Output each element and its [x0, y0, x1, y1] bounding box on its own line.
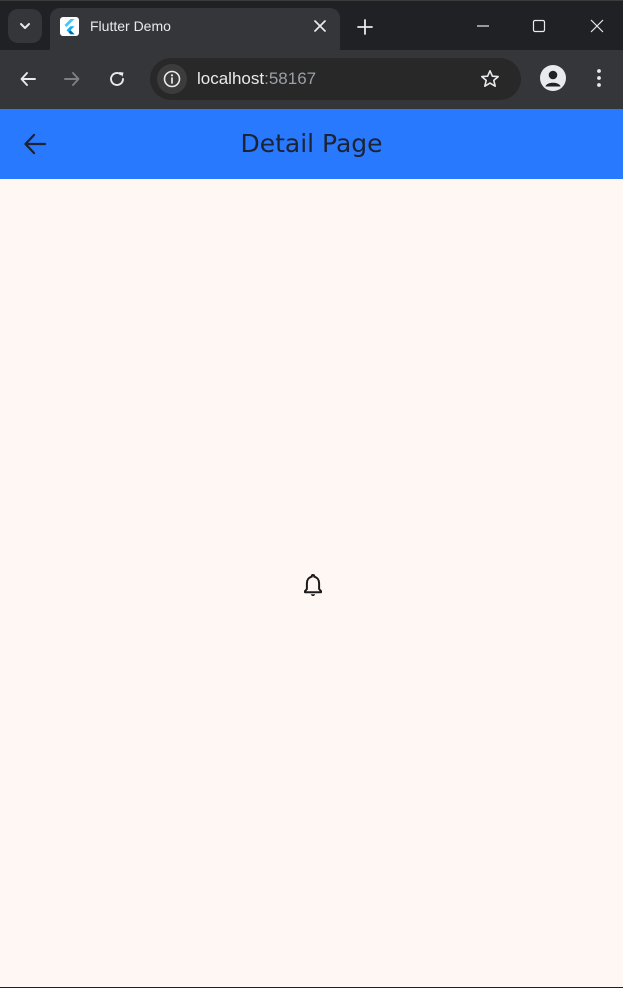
- info-icon: [163, 70, 181, 88]
- tab-title: Flutter Demo: [90, 18, 171, 34]
- url-text: localhost:58167: [197, 69, 316, 89]
- kebab-menu-icon: [597, 69, 601, 87]
- bookmark-button[interactable]: [479, 68, 501, 90]
- browser-toolbar: localhost:58167: [0, 50, 623, 109]
- forward-button[interactable]: [57, 64, 87, 94]
- arrow-left-icon: [20, 72, 36, 86]
- minimize-button[interactable]: [467, 11, 499, 41]
- browser-tab[interactable]: Flutter Demo: [50, 8, 340, 51]
- minimize-icon: [477, 25, 489, 27]
- arrow-right-icon: [64, 72, 80, 86]
- browser-menu-button[interactable]: [588, 66, 610, 90]
- browser-tab-strip: Flutter Demo: [0, 0, 623, 51]
- app-bar: Detail Page: [0, 109, 623, 179]
- star-icon: [481, 70, 499, 87]
- url-port: :58167: [264, 69, 317, 88]
- new-tab-button[interactable]: [352, 14, 378, 40]
- profile-icon: [545, 70, 561, 87]
- maximize-icon: [532, 19, 546, 33]
- page-body: [0, 179, 623, 987]
- reload-button[interactable]: [102, 64, 132, 94]
- plus-icon: [357, 19, 373, 35]
- reload-icon: [110, 72, 124, 86]
- bell-icon: [304, 574, 322, 596]
- back-button[interactable]: [13, 64, 43, 94]
- chevron-down-icon: [20, 23, 30, 29]
- address-bar[interactable]: localhost:58167: [150, 58, 521, 100]
- tab-close-button[interactable]: [312, 18, 328, 34]
- close-window-button[interactable]: [581, 11, 613, 41]
- flutter-logo-icon: [60, 17, 79, 36]
- close-icon: [590, 19, 604, 33]
- close-icon: [314, 20, 326, 32]
- profile-button[interactable]: [540, 65, 566, 91]
- url-host: localhost: [197, 69, 265, 88]
- page-title: Detail Page: [240, 129, 383, 158]
- site-info-button[interactable]: [157, 64, 187, 94]
- maximize-button[interactable]: [523, 11, 555, 41]
- tab-search-button[interactable]: [8, 9, 42, 43]
